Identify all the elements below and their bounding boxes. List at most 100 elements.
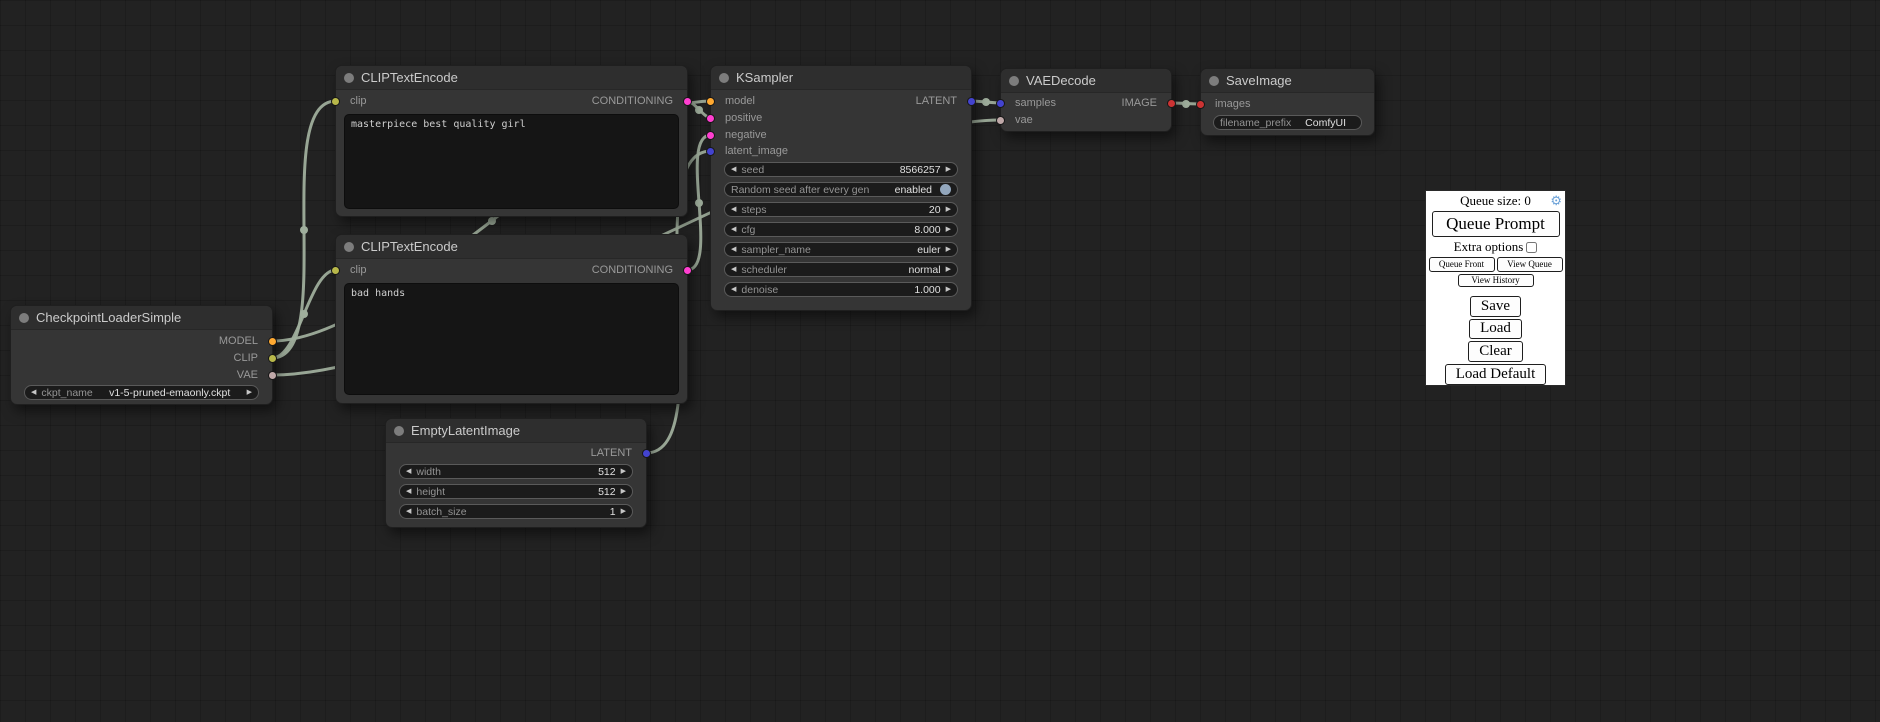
link-midpoint-dot [488, 217, 496, 225]
denoise-widget[interactable]: ◀ denoise 1.000 ▶ [724, 282, 958, 297]
node-clip-text-encode-negative[interactable]: CLIPTextEncode clip CONDITIONING bad han… [335, 234, 688, 404]
model-output-dot[interactable] [268, 337, 277, 346]
images-input-dot[interactable] [1196, 100, 1205, 109]
steps-widget[interactable]: ◀ steps 20 ▶ [724, 202, 958, 217]
decrement-arrow-icon[interactable]: ◀ [406, 504, 411, 519]
filename-prefix-widget[interactable]: filename_prefix ComfyUI [1213, 115, 1362, 130]
save-button[interactable]: Save [1470, 296, 1521, 317]
node-titlebar[interactable]: SaveImage [1201, 69, 1374, 93]
height-widget[interactable]: ◀ height 512 ▶ [399, 484, 633, 499]
node-ksampler[interactable]: KSampler model LATENT positive negative … [710, 65, 972, 311]
vae-output-dot[interactable] [268, 371, 277, 380]
collapse-dot-icon[interactable] [19, 313, 29, 323]
negative-input-dot[interactable] [706, 131, 715, 140]
latent-image-input-dot[interactable] [706, 147, 715, 156]
node-checkpoint-loader-simple[interactable]: CheckpointLoaderSimple MODEL CLIP VAE ◀ … [10, 305, 273, 405]
increment-arrow-icon[interactable]: ▶ [621, 464, 626, 479]
decrement-arrow-icon[interactable]: ◀ [731, 242, 736, 257]
collapse-dot-icon[interactable] [394, 426, 404, 436]
increment-arrow-icon[interactable]: ▶ [946, 262, 951, 277]
clip-input-dot[interactable] [331, 97, 340, 106]
model-input-dot[interactable] [706, 97, 715, 106]
scheduler-widget[interactable]: ◀ scheduler normal ▶ [724, 262, 958, 277]
widget-label: width [416, 466, 441, 478]
positive-input-dot[interactable] [706, 114, 715, 123]
increment-arrow-icon[interactable]: ▶ [247, 385, 252, 400]
port-label-latent: LATENT [916, 95, 957, 107]
link-midpoint-dot [982, 98, 990, 106]
node-titlebar[interactable]: EmptyLatentImage [386, 419, 646, 443]
widget-value: 1.000 [914, 284, 940, 296]
collapse-dot-icon[interactable] [344, 73, 354, 83]
clip-input-dot[interactable] [331, 266, 340, 275]
link-midpoint-dot [300, 226, 308, 234]
input-port-negative: negative [711, 128, 971, 144]
collapse-dot-icon[interactable] [1209, 76, 1219, 86]
queue-buttons-row: Queue Front View Queue [1429, 257, 1563, 272]
samples-input-dot[interactable] [996, 99, 1005, 108]
load-default-button[interactable]: Load Default [1445, 364, 1547, 385]
view-queue-button[interactable]: View Queue [1497, 257, 1563, 272]
collapse-dot-icon[interactable] [719, 73, 729, 83]
node-save-image[interactable]: SaveImage images filename_prefix ComfyUI [1200, 68, 1375, 136]
negative-prompt-textarea[interactable]: bad hands [344, 283, 679, 395]
collapse-dot-icon[interactable] [344, 242, 354, 252]
port-label-clip: clip [350, 264, 367, 276]
decrement-arrow-icon[interactable]: ◀ [731, 162, 736, 177]
queue-prompt-button[interactable]: Queue Prompt [1432, 211, 1560, 237]
decrement-arrow-icon[interactable]: ◀ [731, 202, 736, 217]
node-title-text: KSampler [736, 70, 793, 85]
positive-prompt-textarea[interactable]: masterpiece best quality girl [344, 114, 679, 209]
latent-output-dot[interactable] [967, 97, 976, 106]
decrement-arrow-icon[interactable]: ◀ [731, 282, 736, 297]
widget-value: 512 [598, 486, 616, 498]
decrement-arrow-icon[interactable]: ◀ [731, 222, 736, 237]
increment-arrow-icon[interactable]: ▶ [946, 242, 951, 257]
increment-arrow-icon[interactable]: ▶ [946, 162, 951, 177]
node-titlebar[interactable]: CLIPTextEncode [336, 235, 687, 259]
conditioning-output-dot[interactable] [683, 266, 692, 275]
node-empty-latent-image[interactable]: EmptyLatentImage LATENT ◀ width 512 ▶ ◀ … [385, 418, 647, 528]
clip-output-dot[interactable] [268, 354, 277, 363]
queue-front-button[interactable]: Queue Front [1429, 257, 1495, 272]
increment-arrow-icon[interactable]: ▶ [946, 202, 951, 217]
decrement-arrow-icon[interactable]: ◀ [731, 262, 736, 277]
decrement-arrow-icon[interactable]: ◀ [31, 385, 36, 400]
increment-arrow-icon[interactable]: ▶ [946, 282, 951, 297]
sampler-name-widget[interactable]: ◀ sampler_name euler ▶ [724, 242, 958, 257]
width-widget[interactable]: ◀ width 512 ▶ [399, 464, 633, 479]
batch-size-widget[interactable]: ◀ batch_size 1 ▶ [399, 504, 633, 519]
collapse-dot-icon[interactable] [1009, 76, 1019, 86]
vae-input-dot[interactable] [996, 116, 1005, 125]
decrement-arrow-icon[interactable]: ◀ [406, 484, 411, 499]
ckpt-name-widget[interactable]: ◀ ckpt_name v1-5-pruned-emaonly.ckpt ▶ [24, 385, 259, 400]
conditioning-output-dot[interactable] [683, 97, 692, 106]
seed-widget[interactable]: ◀ seed 8566257 ▶ [724, 162, 958, 177]
settings-gear-icon[interactable]: ⚙ [1550, 194, 1562, 207]
clear-button[interactable]: Clear [1468, 341, 1522, 362]
load-button[interactable]: Load [1469, 319, 1522, 340]
increment-arrow-icon[interactable]: ▶ [621, 484, 626, 499]
node-clip-text-encode-positive[interactable]: CLIPTextEncode clip CONDITIONING masterp… [335, 65, 688, 217]
extra-options-checkbox[interactable] [1526, 242, 1537, 253]
node-vae-decode[interactable]: VAEDecode samples IMAGE vae [1000, 68, 1172, 132]
view-history-button[interactable]: View History [1458, 274, 1534, 287]
widget-value: ComfyUI [1296, 117, 1355, 129]
latent-output-dot[interactable] [642, 449, 651, 458]
node-titlebar[interactable]: CheckpointLoaderSimple [11, 306, 272, 330]
increment-arrow-icon[interactable]: ▶ [621, 504, 626, 519]
cfg-widget[interactable]: ◀ cfg 8.000 ▶ [724, 222, 958, 237]
toggle-knob-icon[interactable] [940, 184, 951, 195]
node-titlebar[interactable]: KSampler [711, 66, 971, 90]
decrement-arrow-icon[interactable]: ◀ [406, 464, 411, 479]
increment-arrow-icon[interactable]: ▶ [946, 222, 951, 237]
port-label-negative: negative [725, 129, 767, 141]
node-titlebar[interactable]: VAEDecode [1001, 69, 1171, 93]
image-output-dot[interactable] [1167, 99, 1176, 108]
extra-options-row: Extra options [1454, 240, 1538, 255]
widget-value: 512 [598, 466, 616, 478]
port-label-conditioning: CONDITIONING [592, 264, 673, 276]
node-titlebar[interactable]: CLIPTextEncode [336, 66, 687, 90]
random-seed-toggle-widget[interactable]: Random seed after every gen enabled [724, 182, 958, 197]
node-title-text: EmptyLatentImage [411, 423, 520, 438]
